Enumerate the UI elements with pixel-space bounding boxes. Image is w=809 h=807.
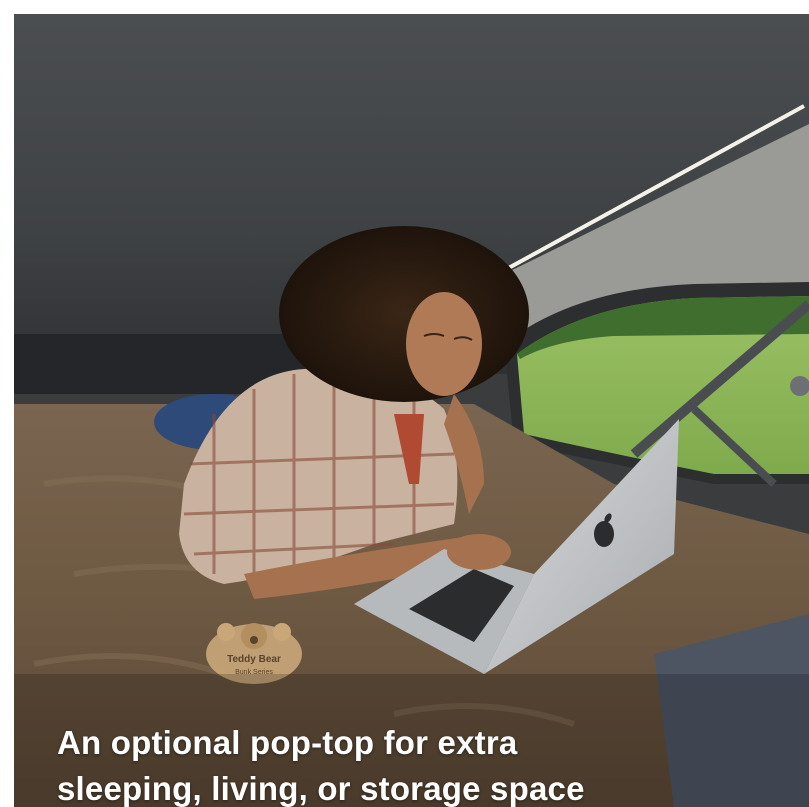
caption-line-1: An optional pop-top for extra (57, 724, 518, 761)
curly-hair (279, 226, 529, 402)
camper-pop-top-photo: Teddy Bear Bunk Series An optional pop-t… (14, 14, 809, 807)
scene-illustration: Teddy Bear Bunk Series (14, 14, 809, 807)
bear-logo-text: Teddy Bear (227, 654, 281, 665)
image-frame: Teddy Bear Bunk Series An optional pop-t… (0, 0, 809, 807)
face (406, 292, 482, 396)
hand (447, 534, 511, 570)
caption-line-2: sleeping, living, or storage space (57, 770, 585, 807)
laptop-logo-icon (594, 521, 614, 547)
photo-caption: An optional pop-top for extra sleeping, … (57, 720, 757, 807)
